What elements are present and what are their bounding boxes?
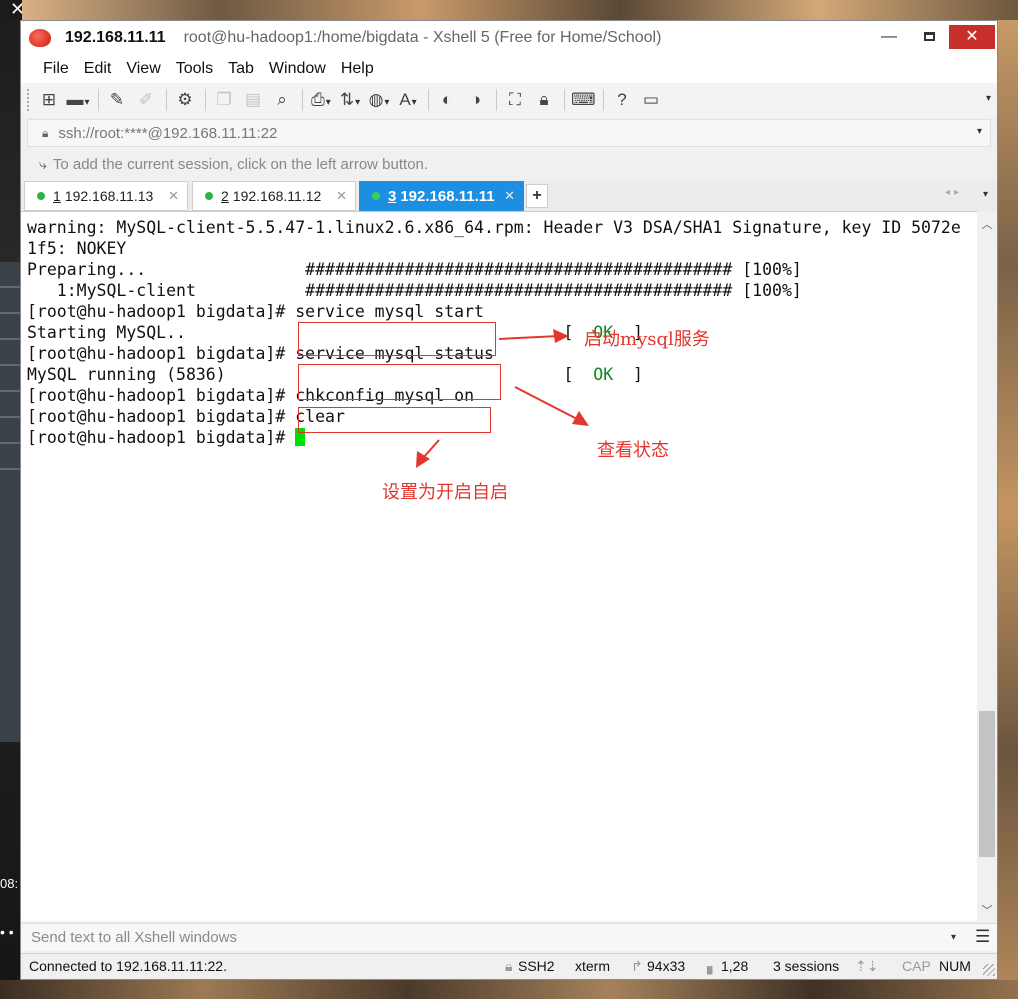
terminal-scrollbar[interactable]: ︿ ﹀	[977, 211, 997, 921]
menu-bar: File Edit View Tools Tab Window Help	[21, 55, 997, 83]
xmanager-icon[interactable]: ◑	[464, 88, 488, 112]
desktop-wallpaper-bottom	[0, 980, 1018, 999]
annotation-arrows	[416, 329, 589, 468]
font-icon[interactable]: A	[396, 88, 420, 112]
desktop-wallpaper-right	[998, 20, 1018, 999]
scrollbar-thumb[interactable]	[979, 711, 995, 857]
desktop-wallpaper-top	[22, 0, 1018, 20]
tab-label: 192.168.11.12	[232, 188, 322, 204]
tab-session-3[interactable]: 3 192.168.11.11 ✕	[359, 181, 524, 211]
desktop-left-strip: ✕ 08: • •	[0, 0, 34, 999]
scroll-down-icon[interactable]: ﹀	[977, 901, 997, 921]
send-all-input[interactable]: Send text to all Xshell windows	[31, 929, 237, 946]
paste-icon[interactable]: ▤	[241, 88, 265, 112]
desktop-clock-fragment: 08:	[0, 876, 19, 891]
resize-icon: ↱	[631, 958, 643, 974]
hamburger-menu-icon[interactable]: ☰	[975, 927, 990, 947]
disconnect-icon[interactable]: ✐	[134, 88, 158, 112]
ssh-lock-icon: 🔒︎	[505, 958, 513, 974]
menu-edit[interactable]: Edit	[84, 60, 112, 78]
session-count: 3 sessions	[773, 958, 840, 974]
ssh-lock-icon: 🔒︎	[42, 125, 49, 140]
protocol-label: SSH2	[518, 958, 555, 974]
tab-close-icon[interactable]: ✕	[504, 188, 515, 204]
session-hint-text: To add the current session, click on the…	[52, 155, 429, 173]
maximize-icon	[923, 32, 935, 42]
chat-icon[interactable]: ▭	[639, 88, 663, 112]
toolbar-overflow-icon[interactable]: ▾	[986, 93, 991, 104]
caps-lock-indicator: CAP	[902, 958, 931, 974]
address-dropdown-icon[interactable]: ▾	[977, 126, 982, 137]
menu-view[interactable]: View	[126, 60, 160, 78]
window-title-ip: 192.168.11.11	[65, 29, 166, 46]
menu-tools[interactable]: Tools	[176, 60, 213, 78]
menu-tab[interactable]: Tab	[228, 60, 254, 78]
menu-file[interactable]: File	[43, 60, 69, 78]
tab-session-1[interactable]: 1 192.168.11.13 ✕	[24, 181, 188, 211]
compose-bar[interactable]: Send text to all Xshell windows ▾ ☰	[21, 923, 997, 951]
tab-label: 192.168.11.11	[400, 187, 495, 205]
send-dropdown-icon[interactable]: ▾	[951, 932, 956, 943]
help-icon[interactable]: ?	[610, 88, 634, 112]
menu-window[interactable]: Window	[269, 60, 326, 78]
session-status-dot-icon	[372, 192, 380, 200]
terminal-type: xterm	[575, 958, 610, 974]
session-status-dot-icon	[205, 192, 213, 200]
cursor-position: 1,28	[721, 958, 749, 974]
tab-bar: 1 192.168.11.13 ✕ 2 192.168.11.12 ✕ 3 19…	[21, 181, 997, 211]
transfer-arrows-icon: ⇡⇣	[855, 958, 879, 974]
session-status-dot-icon	[37, 192, 45, 200]
menu-help[interactable]: Help	[341, 60, 374, 78]
transfer-icon[interactable]: ⇅	[338, 88, 362, 112]
fullscreen-icon[interactable]: ⛶	[503, 88, 527, 112]
terminal-size: 94x33	[647, 958, 686, 974]
tab-scroll-arrows-icon[interactable]: ◂▸	[945, 187, 963, 198]
tab-label: 192.168.11.13	[64, 188, 154, 204]
open-folder-icon[interactable]: ▬	[66, 88, 90, 112]
terminal-area[interactable]: warning: MySQL-client-5.5.47-1.linux2.6.…	[21, 211, 977, 921]
lock-icon[interactable]: 🔒︎	[532, 88, 556, 112]
toolbar: ⊞ ▬ ✎ ✐ ⚙ ❐ ▤ ⌕ ⎙ ⇅ ◍ A ◐ ◑ ⛶ 🔒︎ ⌨ ? ▭ ▾	[21, 83, 997, 117]
properties-icon[interactable]: ⚙	[173, 88, 197, 112]
window-title: root@hu-hadoop1:/home/bigdata - Xshell 5…	[183, 29, 662, 46]
print-icon[interactable]: ⎙	[309, 88, 333, 112]
globe-icon[interactable]: ◍	[367, 88, 391, 112]
status-bar: Connected to 192.168.11.11:22. 🔒︎ SSH2 x…	[21, 953, 997, 979]
minimize-button[interactable]: —	[869, 25, 909, 49]
tab-session-2[interactable]: 2 192.168.11.12 ✕	[192, 181, 356, 211]
keyboard-icon[interactable]: ⌨	[571, 88, 596, 112]
add-session-arrow-icon[interactable]: ⤷	[39, 156, 47, 173]
tab-close-icon[interactable]: ✕	[336, 188, 347, 204]
cursor-position-icon: ▖	[707, 958, 718, 974]
maximize-button[interactable]	[909, 25, 949, 49]
desktop-dots: • •	[0, 924, 14, 940]
xftp-icon[interactable]: ◐	[435, 88, 459, 112]
new-session-icon[interactable]: ⊞	[37, 88, 61, 112]
title-bar[interactable]: 192.168.11.11 root@hu-hadoop1:/home/bigd…	[21, 21, 997, 55]
tab-list-dropdown-icon[interactable]: ▾	[983, 189, 988, 200]
xshell-logo-icon	[29, 29, 51, 47]
connect-icon[interactable]: ✎	[105, 88, 129, 112]
desktop-side-panel	[0, 262, 22, 742]
copy-icon[interactable]: ❐	[212, 88, 236, 112]
toolbar-grip	[27, 89, 31, 111]
find-icon[interactable]: ⌕	[270, 88, 294, 112]
num-lock-indicator: NUM	[939, 958, 971, 974]
new-tab-button[interactable]: +	[526, 184, 548, 208]
tab-close-icon[interactable]: ✕	[168, 188, 179, 204]
connection-status: Connected to 192.168.11.11:22.	[29, 958, 227, 974]
session-url: ssh://root:****@192.168.11.11:22	[58, 124, 278, 142]
session-hint-bar: ⤷ To add the current session, click on t…	[27, 149, 991, 179]
xshell-window: 192.168.11.11 root@hu-hadoop1:/home/bigd…	[20, 20, 998, 980]
scroll-up-icon[interactable]: ︿	[977, 215, 997, 235]
resize-grip[interactable]	[983, 964, 995, 976]
address-bar[interactable]: 🔒︎ ssh://root:****@192.168.11.11:22 ▾	[27, 119, 991, 147]
close-button[interactable]: ✕	[949, 25, 995, 49]
